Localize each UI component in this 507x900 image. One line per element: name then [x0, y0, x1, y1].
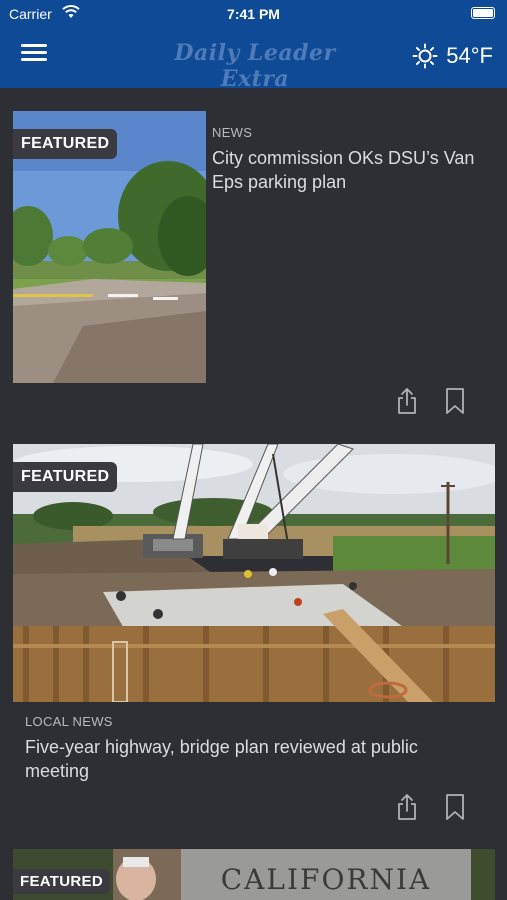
app-logo: Daily Leader Extra — [174, 40, 336, 92]
status-time: 7:41 PM — [227, 6, 280, 22]
hamburger-menu-icon[interactable] — [21, 42, 47, 64]
article-meta: NEWS City commission OKs DSU’s Van Eps p… — [212, 125, 482, 194]
bookmark-icon[interactable] — [443, 386, 467, 416]
share-icon[interactable] — [395, 792, 419, 822]
article-meta: LOCAL NEWS Five-year highway, bridge pla… — [25, 714, 485, 783]
article-feed[interactable]: FEATURED NEWS City commission OKs DSU’s … — [0, 88, 507, 900]
featured-badge: FEATURED — [13, 129, 118, 159]
app-header: Daily Leader Extra 54°F — [0, 26, 507, 92]
battery-icon — [471, 7, 495, 19]
article-card[interactable]: FEATURED NEWS City commission OKs DSU’s … — [13, 111, 495, 431]
featured-badge: FEATURED — [13, 869, 110, 894]
article-card[interactable]: CALIFORNIA FEATURED — [13, 849, 495, 900]
article-category[interactable]: LOCAL NEWS — [25, 714, 485, 729]
bookmark-icon[interactable] — [443, 792, 467, 822]
sun-icon — [412, 43, 438, 69]
featured-badge: FEATURED — [13, 462, 118, 492]
share-icon[interactable] — [395, 386, 419, 416]
article-headline[interactable]: Five-year highway, bridge plan reviewed … — [25, 735, 485, 783]
article-headline[interactable]: City commission OKs DSU’s Van Eps parkin… — [212, 146, 482, 194]
monument-text: CALIFORNIA — [220, 863, 432, 896]
article-actions — [395, 386, 467, 416]
article-card[interactable]: FEATURED LOCAL NEWS Five-year highway, b… — [13, 444, 495, 829]
article-actions — [395, 792, 467, 822]
weather-widget[interactable]: 54°F — [412, 40, 493, 72]
temperature-label: 54°F — [446, 43, 493, 68]
status-bar: Carrier 7:41 PM — [0, 0, 507, 26]
article-category[interactable]: NEWS — [212, 125, 482, 140]
